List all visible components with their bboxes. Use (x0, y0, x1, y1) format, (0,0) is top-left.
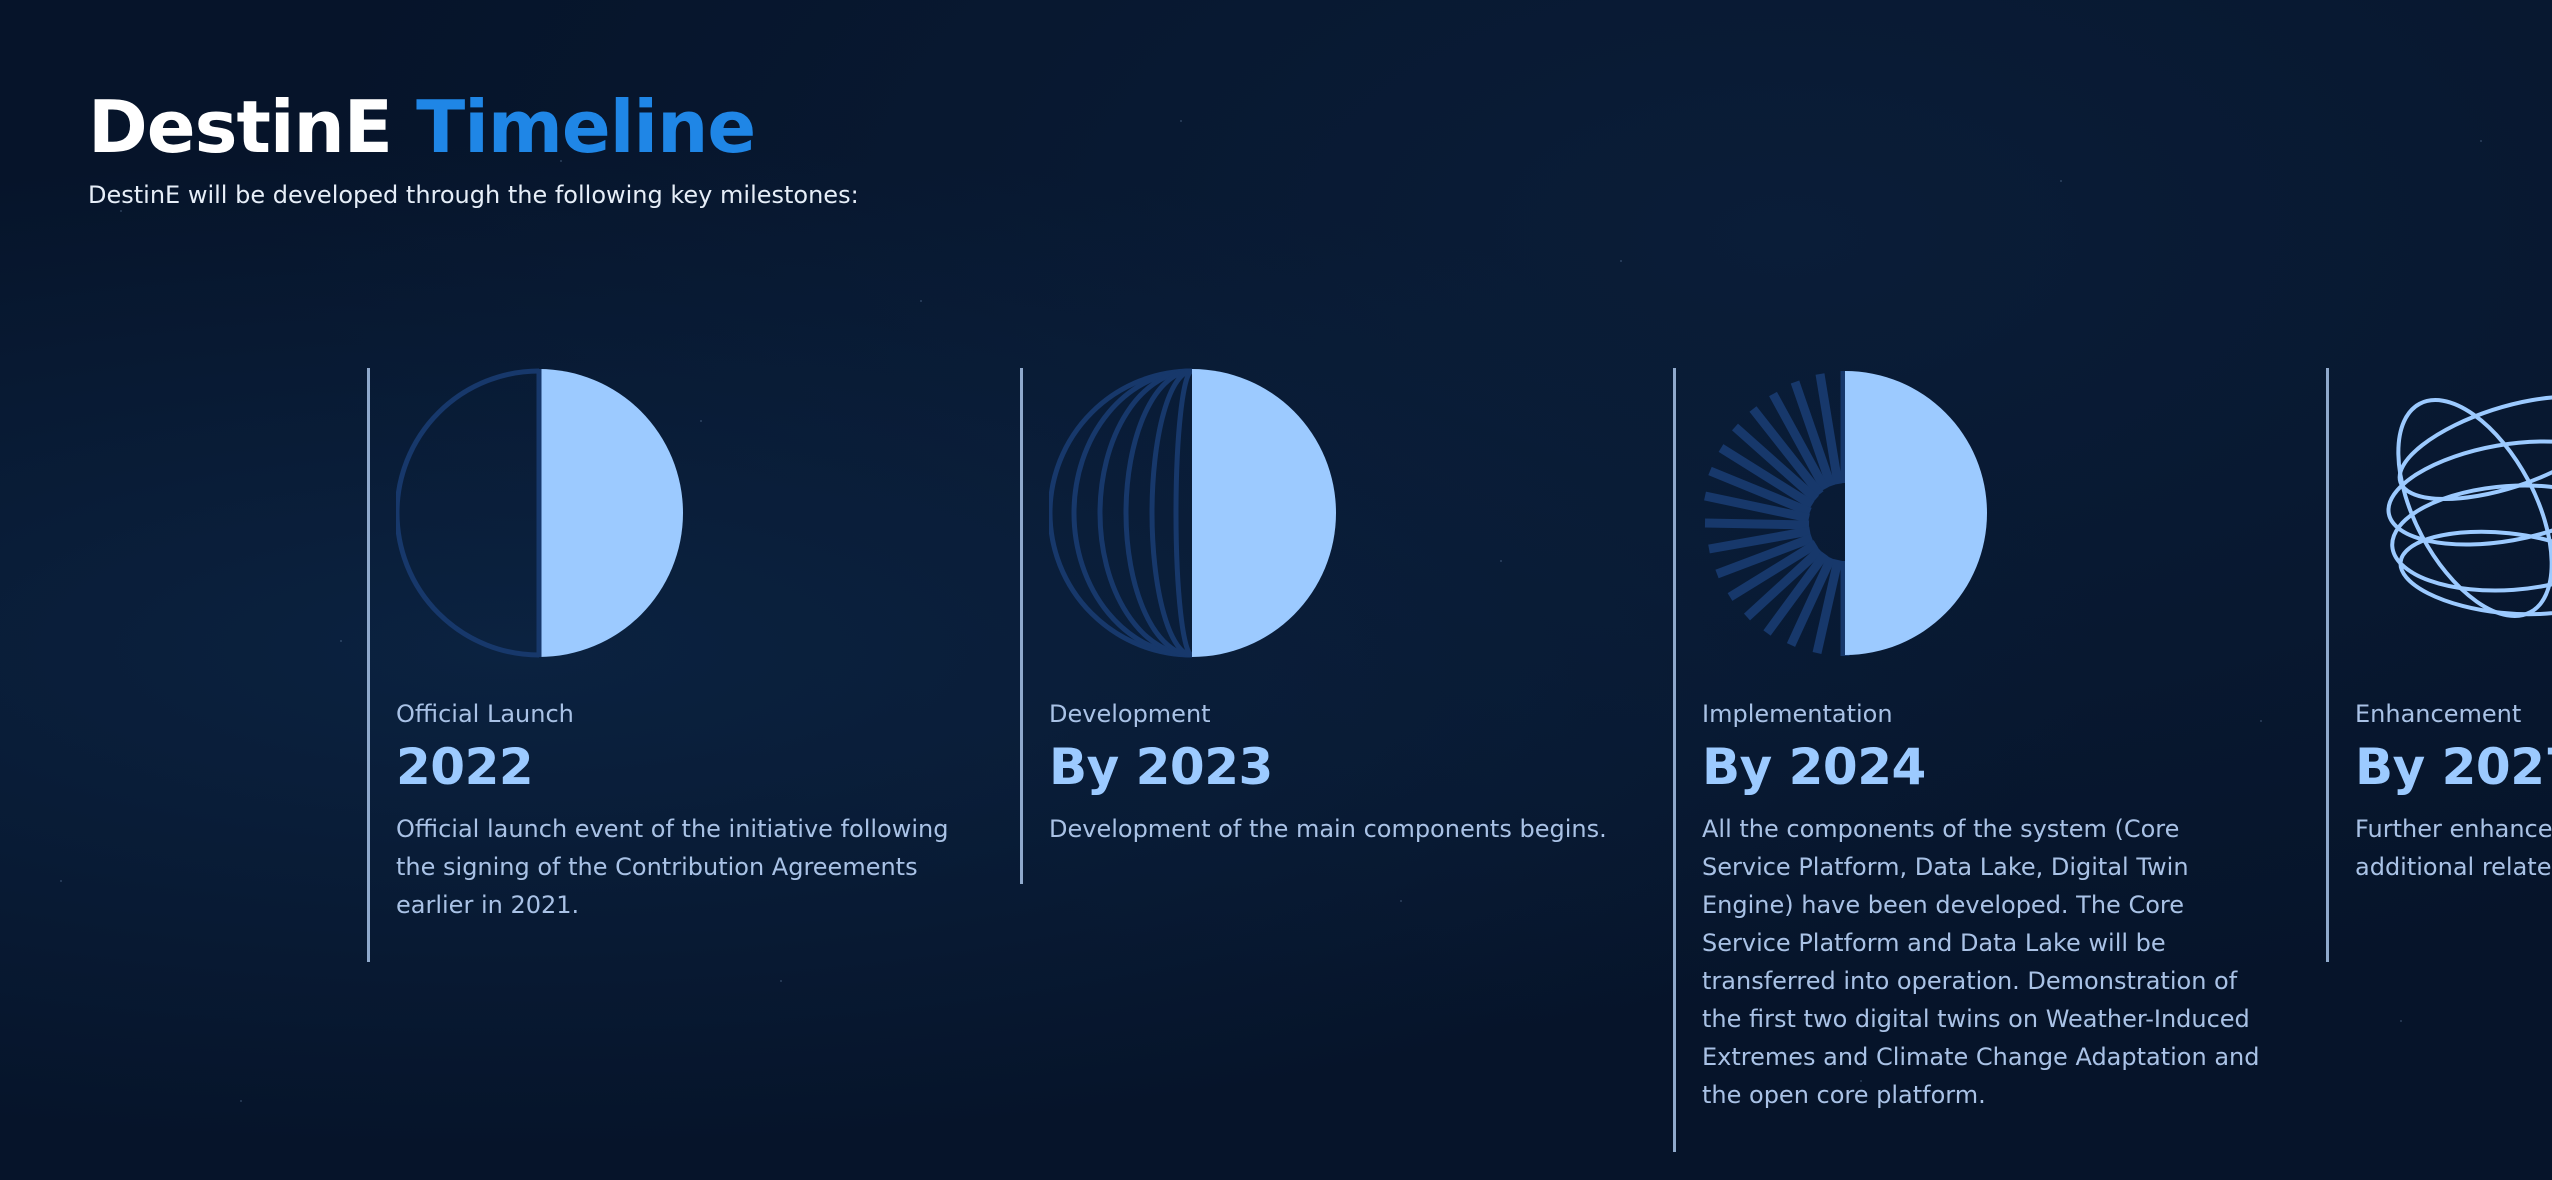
title-part-destine: DestinE (88, 85, 393, 169)
milestone-description: Further enhancement and integration of a… (2355, 815, 2552, 881)
title-part-timeline: Timeline (416, 85, 756, 169)
milestone-label: Official Launch (396, 700, 574, 728)
half-circle-meridians-icon (1049, 368, 1336, 658)
page-title: DestinE Timeline (88, 85, 859, 169)
milestone-development: Development By 2023 Development of the m… (1020, 368, 1660, 884)
tilted-rings-icon (2386, 394, 2552, 618)
milestone-year: By 2027 (2355, 738, 2552, 796)
milestone-implementation: Implementation By 2024 All the component… (1673, 368, 2313, 1152)
milestone-year: By 2024 (1702, 738, 1926, 796)
milestone-label: Implementation (1702, 700, 1893, 728)
page-header: DestinE Timeline DestinE will be develop… (88, 85, 859, 210)
page-subtitle: DestinE will be developed through the fo… (88, 181, 859, 210)
half-circle-rays-icon (1704, 371, 1987, 656)
milestone-year: By 2023 (1049, 738, 1273, 796)
milestone-enhancement: Enhancement By 2027 Further enhancement … (2326, 368, 2552, 962)
milestone-description: All the components of the system (Core S… (1702, 815, 2260, 1109)
milestone-description: Official launch event of the initiative … (396, 815, 949, 919)
milestone-description: Development of the main components begin… (1049, 815, 1607, 843)
milestone-label: Development (1049, 700, 1211, 728)
half-circle-outline-icon (396, 368, 683, 658)
milestone-label: Enhancement (2355, 700, 2522, 728)
milestone-year: 2022 (396, 738, 534, 796)
milestone-official-launch: Official Launch 2022 Official launch eve… (367, 368, 1007, 962)
